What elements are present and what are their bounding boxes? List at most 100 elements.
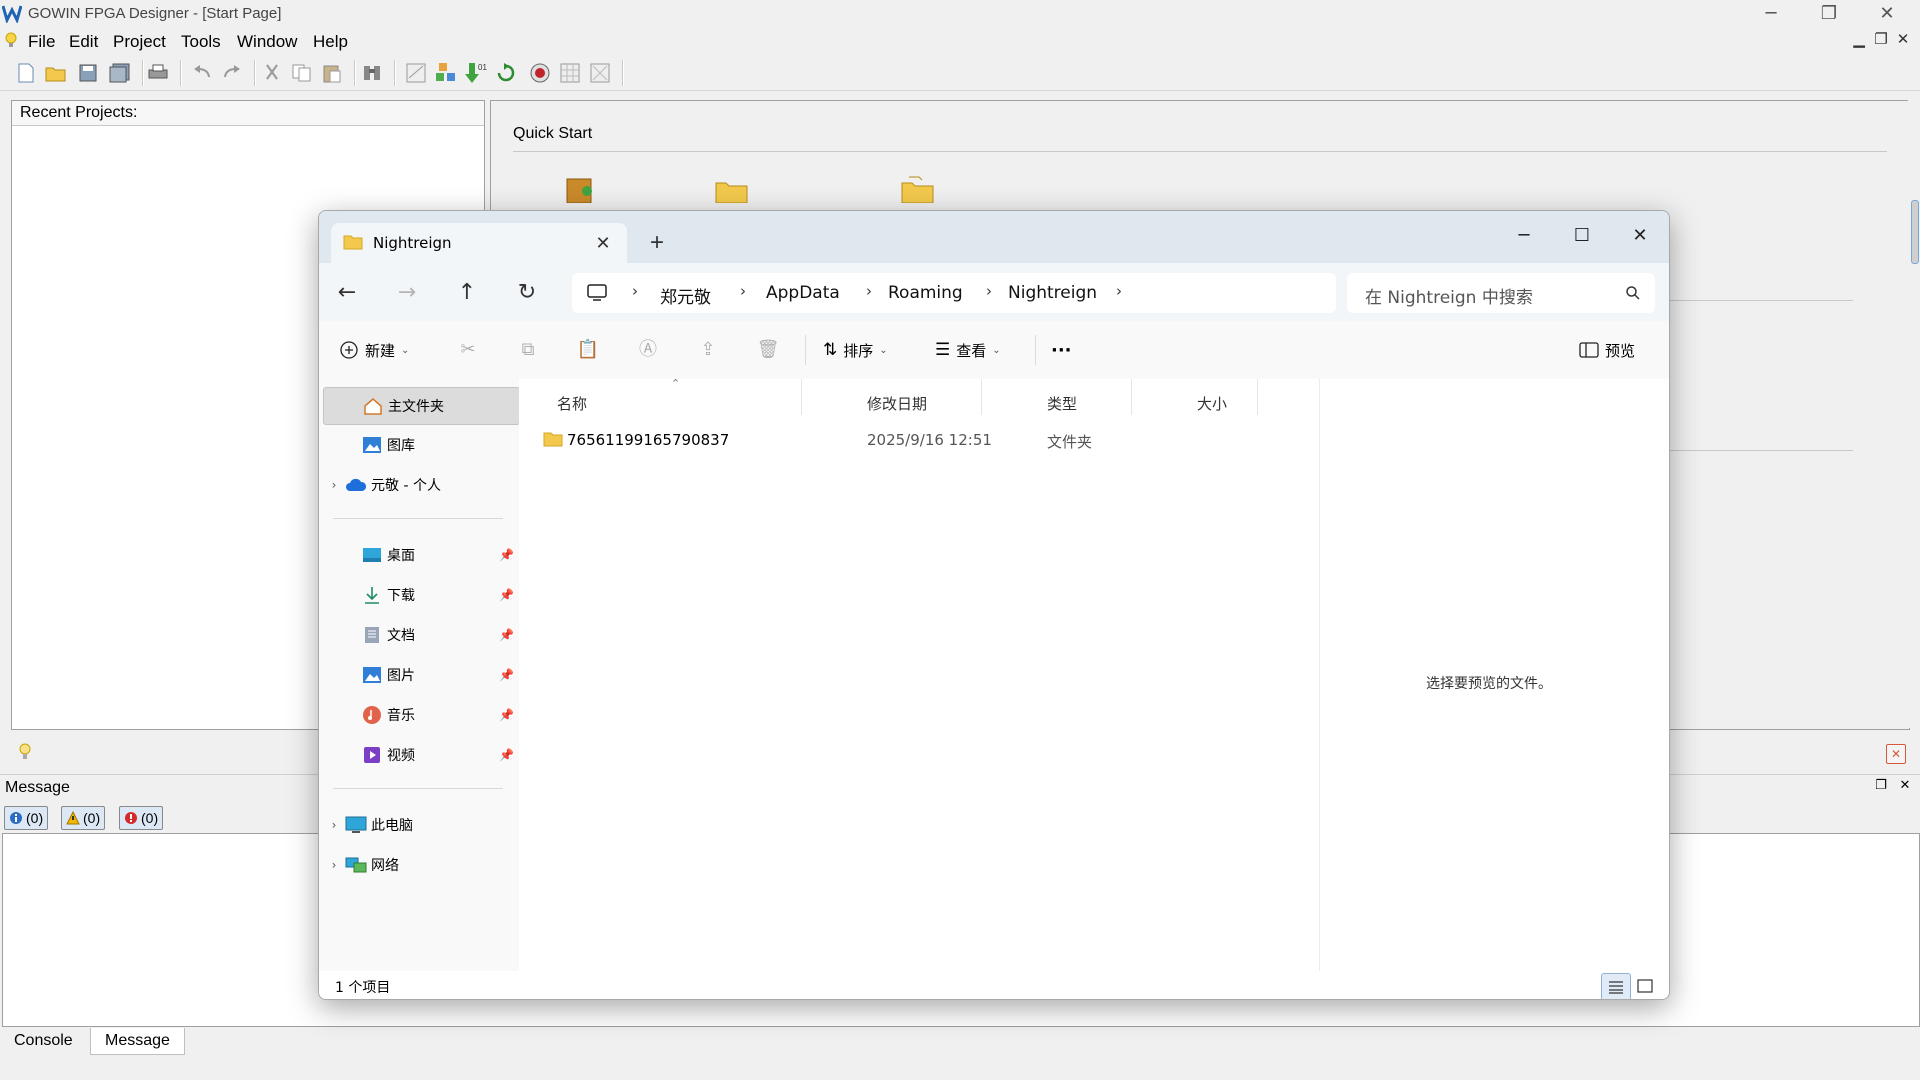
info-filter-button[interactable]: (0) xyxy=(4,806,49,830)
pin-icon[interactable]: 📌 xyxy=(499,588,514,602)
menu-help[interactable]: Help xyxy=(313,32,348,52)
nav-item-videos[interactable]: 视频 📌 xyxy=(323,737,518,773)
tab-close-icon[interactable]: ✕ xyxy=(589,229,617,257)
print-icon[interactable] xyxy=(146,61,170,85)
close-panel-icon[interactable]: ✕ xyxy=(1896,778,1914,796)
tab-message[interactable]: Message xyxy=(90,1028,185,1055)
explorer-maximize-button[interactable]: ☐ xyxy=(1553,219,1611,253)
new-button[interactable]: 新建 ⌄ xyxy=(339,337,409,363)
menu-window[interactable]: Window xyxy=(237,32,297,52)
pin-icon[interactable]: 📌 xyxy=(499,748,514,762)
breadcrumb-roaming[interactable]: Roaming xyxy=(888,283,963,303)
copy-icon[interactable]: ⧉ xyxy=(515,337,541,363)
preview-pane-button[interactable]: 预览 xyxy=(1579,337,1635,363)
nav-item-gallery[interactable]: 图库 xyxy=(323,427,518,463)
open-folder-icon[interactable] xyxy=(44,61,68,85)
view-button[interactable]: ☰ 查看 ⌄ xyxy=(935,337,1001,363)
nav-item-music[interactable]: 音乐 📌 xyxy=(323,697,518,733)
rerun-icon[interactable] xyxy=(494,61,518,85)
undo-icon[interactable] xyxy=(190,61,214,85)
explorer-tab[interactable]: Nightreign ✕ xyxy=(331,223,627,263)
float-panel-icon[interactable]: ❐ xyxy=(1872,778,1890,796)
floorplan-icon[interactable] xyxy=(558,61,582,85)
new-project-icon[interactable] xyxy=(565,177,595,204)
column-modified[interactable]: 修改日期 xyxy=(867,393,927,414)
chevron-right-icon[interactable]: › xyxy=(1116,282,1122,300)
open-project-icon[interactable] xyxy=(715,177,749,204)
breadcrumb-appdata[interactable]: AppData xyxy=(766,283,840,303)
cut-icon[interactable] xyxy=(260,61,284,85)
column-type[interactable]: 类型 xyxy=(1047,393,1077,414)
place-route-icon[interactable] xyxy=(434,61,458,85)
chevron-right-icon[interactable]: › xyxy=(323,478,345,492)
nav-item-pictures[interactable]: 图片 📌 xyxy=(323,657,518,693)
restore-button[interactable]: ❐ xyxy=(1800,0,1858,28)
menu-file[interactable]: File xyxy=(28,32,55,52)
timing-icon[interactable] xyxy=(588,61,612,85)
cut-icon[interactable]: ✂ xyxy=(455,337,481,363)
close-button[interactable]: ✕ xyxy=(1858,0,1916,28)
redo-icon[interactable] xyxy=(220,61,244,85)
tab-console[interactable]: Console xyxy=(0,1028,87,1054)
menu-edit[interactable]: Edit xyxy=(69,32,98,52)
pin-icon[interactable]: 📌 xyxy=(499,548,514,562)
paste-icon[interactable] xyxy=(320,61,344,85)
tiles-view-button[interactable] xyxy=(1631,973,1659,999)
column-divider[interactable] xyxy=(801,379,802,415)
open-example-icon[interactable] xyxy=(901,175,935,204)
nav-item-downloads[interactable]: 下载 📌 xyxy=(323,577,518,613)
error-filter-button[interactable]: (0) xyxy=(119,806,164,830)
chevron-right-icon[interactable]: › xyxy=(323,818,345,832)
nav-item-network[interactable]: › 网络 xyxy=(323,847,518,883)
nav-item-desktop[interactable]: 桌面 📌 xyxy=(323,537,518,573)
explorer-minimize-button[interactable]: ─ xyxy=(1495,219,1553,253)
breadcrumb-nightreign[interactable]: Nightreign xyxy=(1008,283,1097,303)
back-button[interactable]: ← xyxy=(329,275,365,311)
up-button[interactable]: ↑ xyxy=(449,275,485,311)
column-name[interactable]: 名称 xyxy=(557,393,587,414)
sort-button[interactable]: ⇅ 排序 ⌄ xyxy=(823,337,888,363)
copy-icon[interactable] xyxy=(290,61,314,85)
details-view-button[interactable] xyxy=(1601,973,1631,999)
program-device-icon[interactable]: 01 xyxy=(464,61,488,85)
pin-icon[interactable]: 📌 xyxy=(499,628,514,642)
new-file-icon[interactable] xyxy=(14,61,38,85)
warning-filter-button[interactable]: (0) xyxy=(61,806,106,830)
paste-icon[interactable]: 📋 xyxy=(575,337,601,363)
forward-button[interactable]: → xyxy=(389,275,425,311)
delete-icon[interactable]: 🗑 xyxy=(755,337,781,363)
mdi-close-icon[interactable]: ✕ xyxy=(1894,30,1912,48)
menu-tools[interactable]: Tools xyxy=(181,32,221,52)
more-options-button[interactable]: ··· xyxy=(1051,337,1072,363)
nav-item-documents[interactable]: 文档 📌 xyxy=(323,617,518,653)
mdi-restore-icon[interactable]: ❐ xyxy=(1872,30,1890,48)
find-icon[interactable] xyxy=(360,61,384,85)
new-tab-button[interactable]: + xyxy=(641,227,673,259)
nav-item-this-pc[interactable]: › 此电脑 xyxy=(323,807,518,843)
rename-icon[interactable]: Ⓐ xyxy=(635,337,661,363)
search-icon[interactable] xyxy=(1625,285,1641,301)
save-all-icon[interactable] xyxy=(108,61,132,85)
scrollbar-thumb[interactable] xyxy=(1911,200,1919,264)
menu-project[interactable]: Project xyxy=(113,32,166,52)
save-icon[interactable] xyxy=(76,61,100,85)
column-divider[interactable] xyxy=(1257,379,1258,415)
column-divider[interactable] xyxy=(1131,379,1132,415)
vertical-scrollbar[interactable] xyxy=(1908,100,1920,728)
minimize-button[interactable]: ─ xyxy=(1742,0,1800,28)
column-divider[interactable] xyxy=(981,379,982,415)
stop-icon[interactable] xyxy=(528,61,552,85)
refresh-button[interactable]: ↻ xyxy=(509,275,545,311)
breadcrumb-user[interactable]: 郑元敬 xyxy=(660,283,711,308)
share-icon[interactable]: ⇪ xyxy=(695,337,721,363)
explorer-close-button[interactable]: ✕ xyxy=(1611,219,1669,253)
pin-icon[interactable]: 📌 xyxy=(499,708,514,722)
close-tip-icon[interactable]: ✕ xyxy=(1886,744,1906,764)
address-bar[interactable]: › 郑元敬 › AppData › Roaming › Nightreign › xyxy=(572,273,1336,313)
nav-item-home[interactable]: 主文件夹 xyxy=(323,387,520,425)
search-box[interactable]: 在 Nightreign 中搜索 xyxy=(1347,273,1655,313)
table-row[interactable]: 76561199165790837 2025/9/16 12:51 文件夹 xyxy=(539,423,1299,455)
pin-icon[interactable]: 📌 xyxy=(499,668,514,682)
nav-item-onedrive[interactable]: › 元敬 - 个人 xyxy=(323,467,518,503)
chevron-right-icon[interactable]: › xyxy=(323,858,345,872)
